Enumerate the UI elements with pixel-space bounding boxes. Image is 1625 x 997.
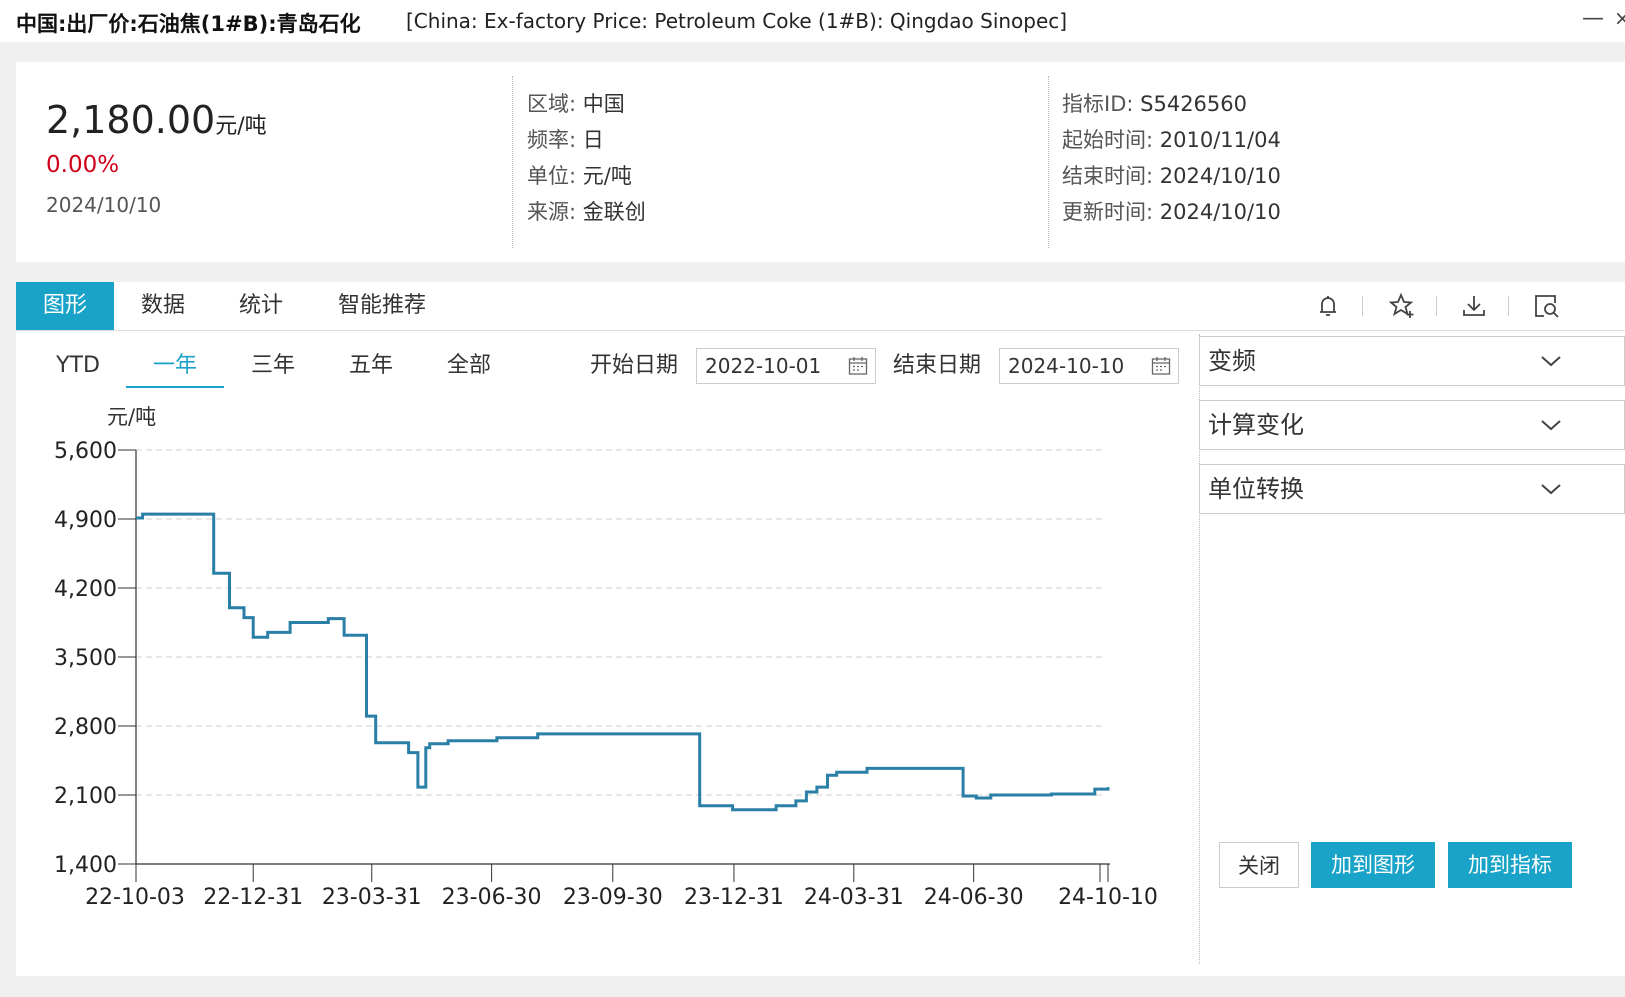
- x-tick-label: 23-09-30: [563, 885, 663, 910]
- add-to-indicator-button[interactable]: 加到指标: [1448, 842, 1572, 888]
- x-tick-label: 23-03-31: [322, 885, 422, 910]
- y-tick-label: 5,600: [54, 439, 117, 464]
- y-tick-label: 4,200: [54, 577, 117, 602]
- x-tick-label: 23-12-31: [684, 885, 784, 910]
- star-add-icon[interactable]: [1387, 291, 1417, 321]
- toolbar-divider: [1362, 296, 1363, 316]
- price-line-chart: 元/吨 1,4002,1002,8003,5004,2004,9005,600 …: [54, 405, 1158, 910]
- search-doc-icon[interactable]: [1531, 291, 1561, 321]
- calc-change-dropdown-label: 计算变化: [1208, 411, 1304, 439]
- close-button[interactable]: 关闭: [1219, 842, 1299, 888]
- chevron-down-icon[interactable]: [1540, 418, 1562, 432]
- y-tick-label: 3,500: [54, 646, 117, 671]
- download-icon[interactable]: [1459, 291, 1489, 321]
- unit-convert-dropdown-label: 单位转换: [1208, 475, 1304, 503]
- frequency-dropdown-label: 变频: [1208, 347, 1256, 375]
- chevron-down-icon[interactable]: [1540, 354, 1562, 368]
- add-to-chart-button[interactable]: 加到图形: [1311, 842, 1435, 888]
- y-tick-label: 4,900: [54, 508, 117, 533]
- y-tick-label: 1,400: [54, 853, 117, 878]
- x-tick-label: 24-03-31: [804, 885, 904, 910]
- series-line: [136, 512, 1110, 812]
- toolbar-divider: [1436, 296, 1437, 316]
- x-tick-label: 24-10-10: [1058, 885, 1158, 910]
- chevron-down-icon[interactable]: [1540, 482, 1562, 496]
- x-tick-label: 22-12-31: [203, 885, 303, 910]
- x-tick-label: 24-06-30: [924, 885, 1024, 910]
- x-tick-label: 23-06-30: [442, 885, 542, 910]
- y-tick-label: 2,100: [54, 784, 117, 809]
- x-tick-label: 22-10-03: [85, 885, 185, 910]
- close-window-button[interactable]: ×: [1614, 6, 1625, 30]
- minimize-button[interactable]: —: [1582, 6, 1604, 31]
- bell-icon[interactable]: [1313, 291, 1343, 321]
- toolbar-divider: [1508, 296, 1509, 316]
- y-axis-unit: 元/吨: [107, 405, 156, 429]
- y-tick-label: 2,800: [54, 715, 117, 740]
